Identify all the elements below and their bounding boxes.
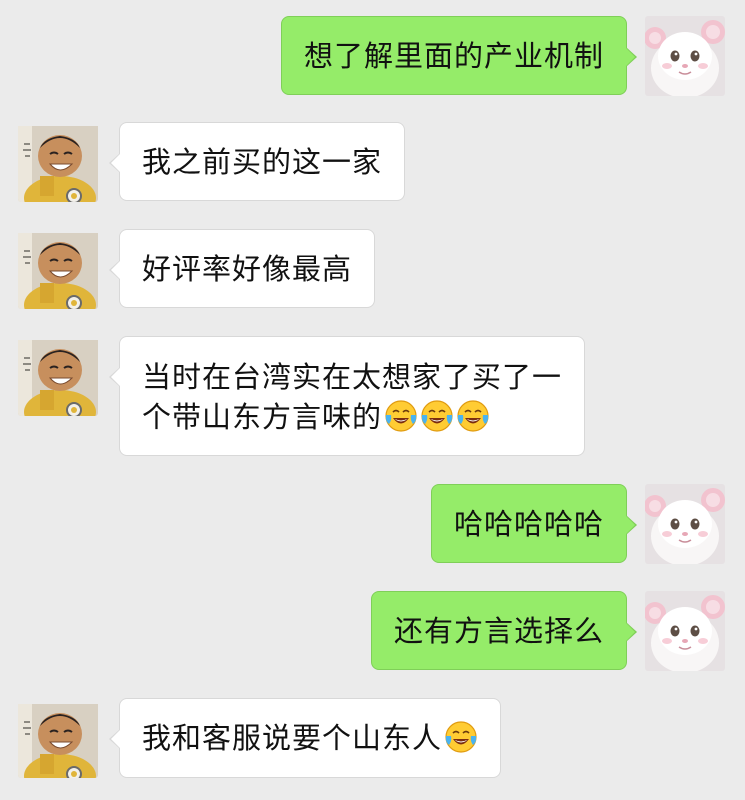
message-text: 我和客服说要个山东人 — [142, 721, 443, 755]
my-avatar[interactable] — [645, 591, 725, 671]
message-text: 哈哈哈哈哈 — [453, 507, 604, 541]
message-text: 好评率好像最高 — [142, 252, 353, 286]
message-text-line-1: 当时在台湾实在太想家了买了一 — [142, 360, 563, 394]
contact-message-bubble[interactable]: 好评率好像最高 — [108, 229, 376, 308]
kid-avatar-image — [18, 336, 98, 416]
message-text: 个带山东方言味的 — [142, 400, 383, 434]
contact-message-bubble[interactable]: 我和客服说要个山东人 — [108, 698, 502, 778]
contact-avatar[interactable] — [18, 229, 98, 309]
my-message-bubble[interactable]: 还有方言选择么 — [370, 591, 638, 670]
contact-avatar[interactable] — [18, 336, 98, 416]
my-message-bubble[interactable]: 哈哈哈哈哈 — [430, 484, 638, 563]
my-message-bubble[interactable]: 想了解里面的产业机制 — [280, 16, 638, 95]
message-text-line-2: 个带山东方言味的 — [142, 397, 562, 437]
kid-avatar-image — [18, 698, 98, 778]
contact-message-bubble[interactable]: 当时在台湾实在太想家了买了一 个带山东方言味的 — [108, 336, 586, 456]
message-text: 想了解里面的产业机制 — [303, 39, 604, 73]
cat-avatar-image — [645, 484, 725, 564]
contact-avatar[interactable] — [18, 122, 98, 202]
contact-message-bubble[interactable]: 我之前买的这一家 — [108, 122, 406, 201]
laughing-crying-emoji-icon — [420, 399, 454, 433]
laughing-crying-emoji-icon — [456, 399, 490, 433]
kid-avatar-image — [18, 229, 98, 309]
message-text: 还有方言选择么 — [393, 614, 604, 648]
laughing-crying-emoji-icon — [444, 720, 478, 754]
cat-avatar-image — [645, 591, 725, 671]
message-text: 我之前买的这一家 — [142, 145, 383, 179]
laughing-crying-emoji-icon — [384, 399, 418, 433]
my-avatar[interactable] — [645, 484, 725, 564]
kid-avatar-image — [18, 122, 98, 202]
my-avatar[interactable] — [645, 16, 725, 96]
cat-avatar-image — [645, 16, 725, 96]
contact-avatar[interactable] — [18, 698, 98, 778]
